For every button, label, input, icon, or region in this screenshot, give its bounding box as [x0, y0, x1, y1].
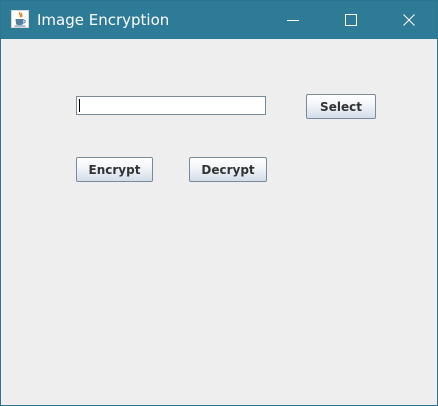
title-bar[interactable]: Image Encryption	[1, 1, 437, 39]
content-panel: Select Encrypt Decrypt	[1, 39, 437, 405]
select-button[interactable]: Select	[306, 94, 376, 119]
minimize-icon	[287, 20, 299, 21]
close-button[interactable]	[380, 1, 438, 39]
maximize-button[interactable]	[322, 1, 380, 39]
window-title: Image Encryption	[37, 11, 170, 29]
decrypt-button[interactable]: Decrypt	[189, 157, 267, 182]
minimize-button[interactable]	[264, 1, 322, 39]
app-window: Image Encryption Select Encrypt Decrypt	[0, 0, 438, 406]
close-icon	[403, 14, 415, 26]
java-icon[interactable]	[11, 10, 29, 28]
file-path-input[interactable]	[76, 96, 266, 115]
maximize-icon	[345, 14, 357, 26]
text-caret	[79, 99, 80, 112]
encrypt-button[interactable]: Encrypt	[76, 157, 153, 182]
